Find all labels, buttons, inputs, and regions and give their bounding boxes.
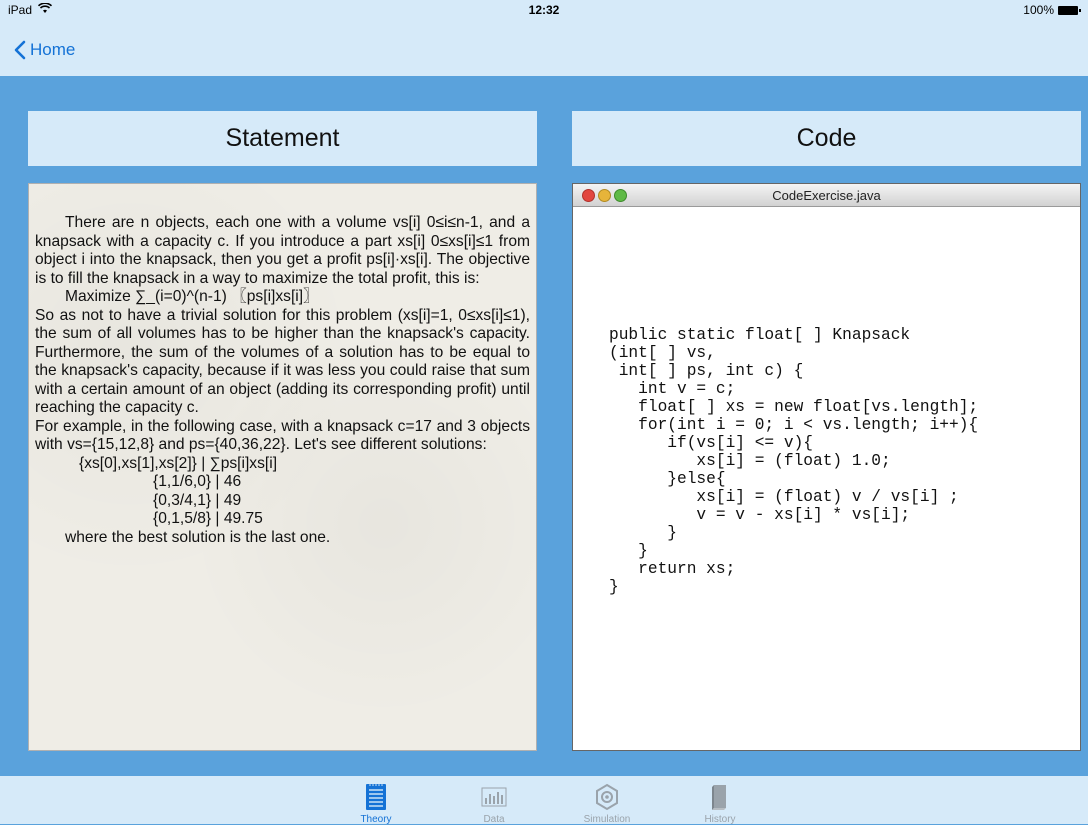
tab-simulation-label: Simulation [583, 814, 631, 825]
book-icon [712, 785, 726, 810]
solution-row: {0,1,5/8} | 49.75 [153, 510, 263, 527]
navigation-bar: Home [0, 20, 1088, 76]
code-filename: CodeExercise.java [772, 188, 881, 203]
back-label: Home [30, 40, 76, 59]
statement-header: Statement [28, 111, 537, 166]
clock: 12:32 [528, 3, 560, 17]
tab-simulation[interactable]: Simulation [567, 782, 647, 825]
tab-theory[interactable]: Theory [336, 782, 416, 825]
tab-bar: Theory Data Simulation History [0, 776, 1088, 825]
statement-paragraph: So as not to have a trivial solution for… [35, 306, 530, 417]
battery-indicator: 100% [1023, 3, 1081, 17]
statement-panel: There are n objects, each one with a vol… [28, 183, 537, 751]
chevron-left-icon [14, 40, 26, 60]
statement-conclusion: where the best solution is the last one. [65, 528, 331, 546]
status-bar: iPad 12:32 100% [0, 0, 1088, 20]
solution-row: {0,3/4,1} | 49 [153, 491, 242, 509]
code-window: CodeExercise.java public static float[ ]… [572, 183, 1081, 751]
tab-history[interactable]: History [680, 782, 760, 825]
battery-icon [1058, 5, 1081, 15]
solutions-header: {xs[0],xs[1],xs[2]} | ∑ps[i]xs[i] [79, 454, 278, 472]
statement-paragraph: For example, in the following case, with… [35, 417, 530, 454]
statement-formula: Maximize ∑_(i=0)^(n-1) 〖ps[i]xs[i]〗 [65, 288, 319, 305]
bar-chart-icon [481, 787, 507, 807]
tab-data[interactable]: Data [454, 782, 534, 825]
back-button[interactable]: Home [14, 40, 75, 60]
code-header: Code [572, 111, 1081, 166]
code-window-titlebar: CodeExercise.java [573, 184, 1080, 207]
gear-box-icon [596, 783, 618, 811]
solution-row: {1,1/6,0} | 46 [153, 473, 242, 490]
document-icon [366, 784, 386, 810]
tab-data-label: Data [483, 814, 505, 825]
statement-paragraph: There are n objects, each one with a vol… [35, 214, 530, 287]
tab-theory-label: Theory [360, 814, 392, 825]
tab-history-label: History [704, 814, 736, 825]
battery-percent: 100% [1023, 3, 1054, 17]
code-listing: public static float[ ] Knapsack (int[ ] … [609, 326, 979, 596]
